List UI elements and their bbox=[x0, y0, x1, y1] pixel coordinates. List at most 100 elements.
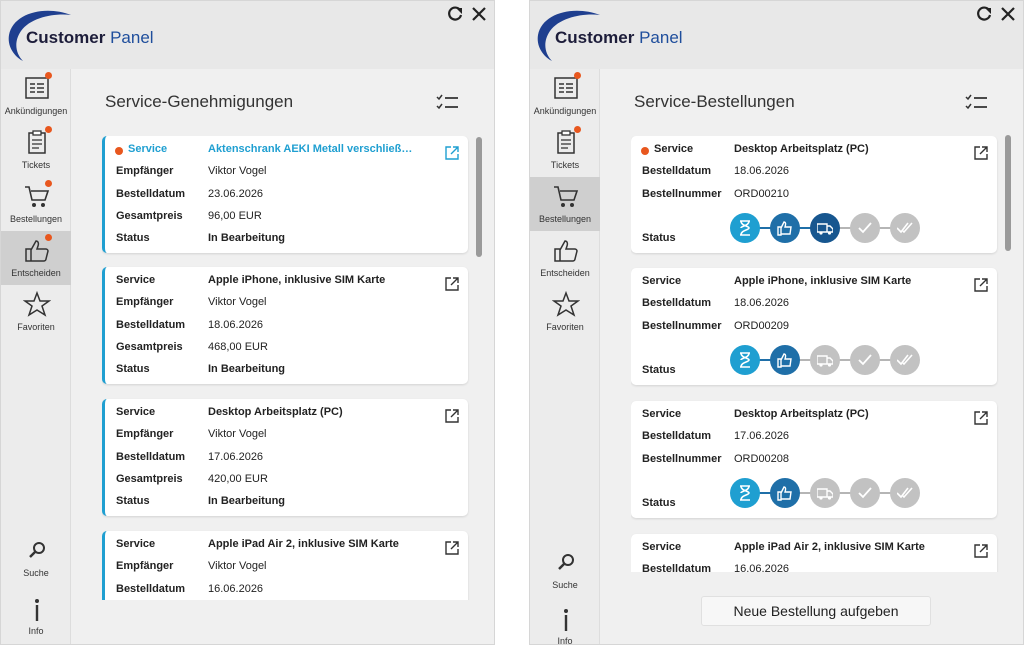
nav-label: Favoriten bbox=[546, 322, 584, 332]
open-external-icon[interactable] bbox=[445, 541, 459, 555]
service-name[interactable]: Desktop Arbeitsplatz (PC) bbox=[208, 406, 438, 418]
open-external-icon[interactable] bbox=[445, 146, 459, 160]
logo-text-accent: Panel bbox=[110, 28, 154, 47]
recipient-value: Viktor Vogel bbox=[208, 296, 267, 308]
close-icon[interactable] bbox=[470, 5, 488, 23]
open-external-icon[interactable] bbox=[974, 278, 988, 292]
nav-label: Info bbox=[28, 626, 44, 636]
hourglass-icon bbox=[740, 485, 750, 501]
scrollbar-thumb[interactable] bbox=[1005, 135, 1011, 251]
service-name[interactable]: Apple iPhone, inklusive SIM Karte bbox=[734, 275, 967, 287]
status-value: In Bearbeitung bbox=[208, 495, 286, 507]
status-stepper bbox=[730, 478, 930, 508]
label-order-date: Bestelldatum bbox=[116, 451, 186, 463]
nav-label: Tickets bbox=[550, 160, 580, 170]
sidebar: Ankündigungen Tickets Bestellungen Entsc… bbox=[1, 69, 71, 644]
nav-item-favorites[interactable]: Favoriten bbox=[530, 285, 600, 339]
service-name[interactable]: Desktop Arbeitsplatz (PC) bbox=[734, 408, 967, 420]
open-external-icon[interactable] bbox=[974, 411, 988, 425]
approval-card[interactable]: Service Aktenschrank AEKI Metall verschli… bbox=[102, 136, 468, 253]
left-panel: Customer Panel Ankündigungen Tickets Bes… bbox=[0, 0, 495, 645]
notification-dot bbox=[45, 180, 52, 187]
nav-item-tickets[interactable]: Tickets bbox=[530, 123, 600, 177]
checklist-filter-icon[interactable] bbox=[436, 93, 460, 111]
logo: Customer Panel bbox=[5, 7, 205, 63]
label-order-date: Bestelldatum bbox=[116, 188, 186, 200]
nav-item-search[interactable]: Suche bbox=[1, 531, 71, 585]
service-name[interactable]: Apple iPad Air 2, inklusive SIM Karte bbox=[208, 538, 438, 550]
nav-item-decide[interactable]: Entscheiden bbox=[530, 231, 600, 285]
service-name[interactable]: Apple iPhone, inklusive SIM Karte bbox=[208, 274, 438, 286]
status-step-truck-icon bbox=[810, 478, 840, 508]
info-icon bbox=[564, 609, 568, 631]
label-order-number: Bestellnummer bbox=[642, 188, 722, 200]
nav-label: Suche bbox=[23, 568, 49, 578]
checklist-filter-icon[interactable] bbox=[965, 93, 989, 111]
label-status: Status bbox=[642, 364, 676, 376]
logo: Customer Panel bbox=[534, 7, 734, 63]
status-step-check-icon bbox=[850, 345, 880, 375]
status-step-truck-icon bbox=[810, 213, 840, 243]
close-icon[interactable] bbox=[999, 5, 1017, 23]
nav-item-info[interactable]: Info bbox=[530, 599, 600, 644]
service-name[interactable]: Apple iPad Air 2, inklusive SIM Karte bbox=[734, 541, 967, 553]
double-check-icon bbox=[897, 354, 913, 366]
nav-label: Bestellungen bbox=[9, 214, 63, 224]
new-order-button[interactable]: Neue Bestellung aufgeben bbox=[701, 596, 931, 626]
page-title: Service-Genehmigungen bbox=[105, 92, 294, 111]
label-recipient: Empfänger bbox=[116, 296, 174, 308]
order-list[interactable]: Service Desktop Arbeitsplatz (PC) Bestell… bbox=[631, 136, 1001, 572]
order-card[interactable]: Service Apple iPad Air 2, inklusive SIM K… bbox=[631, 534, 997, 572]
notification-dot bbox=[574, 72, 581, 79]
service-name[interactable]: Desktop Arbeitsplatz (PC) bbox=[734, 143, 967, 155]
approval-card[interactable]: Service Apple iPad Air 2, inklusive SIM K… bbox=[102, 531, 468, 600]
nav-item-favorites[interactable]: Favoriten bbox=[1, 285, 71, 339]
status-step-thumbs-up-icon bbox=[770, 213, 800, 243]
thumbs-up-icon bbox=[554, 240, 578, 262]
open-external-icon[interactable] bbox=[974, 146, 988, 160]
service-name[interactable]: Aktenschrank AEKI Metall verschließ… bbox=[208, 143, 438, 155]
label-service: Service bbox=[642, 408, 682, 420]
open-external-icon[interactable] bbox=[445, 409, 459, 423]
label-status: Status bbox=[116, 363, 150, 375]
approval-card[interactable]: Service Desktop Arbeitsplatz (PC) Empfäng… bbox=[102, 399, 468, 516]
label-order-number: Bestellnummer bbox=[642, 453, 722, 465]
order-number-value: ORD00209 bbox=[734, 320, 790, 332]
nav-item-decide[interactable]: Entscheiden bbox=[1, 231, 71, 285]
refresh-icon[interactable] bbox=[446, 5, 464, 23]
nav-label: Entscheiden bbox=[11, 268, 61, 278]
approval-card[interactable]: Service Apple iPhone, inklusive SIM Karte… bbox=[102, 267, 468, 384]
nav-item-announcements[interactable]: Ankündigungen bbox=[530, 69, 600, 123]
label-service: Service bbox=[116, 538, 156, 550]
nav-item-tickets[interactable]: Tickets bbox=[1, 123, 71, 177]
status-step-hourglass-icon bbox=[730, 345, 760, 375]
nav-item-orders[interactable]: Bestellungen bbox=[1, 177, 71, 231]
nav-item-orders[interactable]: Bestellungen bbox=[530, 177, 600, 231]
thumbs-up-icon bbox=[777, 353, 792, 368]
new-indicator-dot bbox=[641, 147, 649, 155]
nav-item-info[interactable]: Info bbox=[1, 589, 71, 643]
total-price-value: 468,00 EUR bbox=[208, 341, 268, 353]
notification-dot bbox=[574, 126, 581, 133]
order-card[interactable]: Service Desktop Arbeitsplatz (PC) Bestell… bbox=[631, 401, 997, 518]
label-status: Status bbox=[116, 495, 150, 507]
double-check-icon bbox=[897, 222, 913, 234]
refresh-icon[interactable] bbox=[975, 5, 993, 23]
check-icon bbox=[858, 222, 872, 234]
open-external-icon[interactable] bbox=[445, 277, 459, 291]
order-date-value: 18.06.2026 bbox=[734, 297, 790, 309]
nav-label: Suche bbox=[552, 580, 578, 590]
approval-list[interactable]: Service Aktenschrank AEKI Metall verschli… bbox=[102, 136, 472, 600]
scrollbar-thumb[interactable] bbox=[476, 137, 482, 257]
open-external-icon[interactable] bbox=[974, 544, 988, 558]
label-order-date: Bestelldatum bbox=[642, 430, 712, 442]
header: Customer Panel bbox=[1, 1, 494, 69]
nav-item-announcements[interactable]: Ankündigungen bbox=[1, 69, 71, 123]
logo-text-accent: Panel bbox=[639, 28, 683, 47]
nav-label: Bestellungen bbox=[538, 214, 592, 224]
order-card[interactable]: Service Apple iPhone, inklusive SIM Karte… bbox=[631, 268, 997, 385]
cart-icon bbox=[554, 186, 579, 207]
order-card[interactable]: Service Desktop Arbeitsplatz (PC) Bestell… bbox=[631, 136, 997, 253]
search-icon bbox=[558, 554, 574, 570]
nav-item-search[interactable]: Suche bbox=[530, 543, 600, 597]
